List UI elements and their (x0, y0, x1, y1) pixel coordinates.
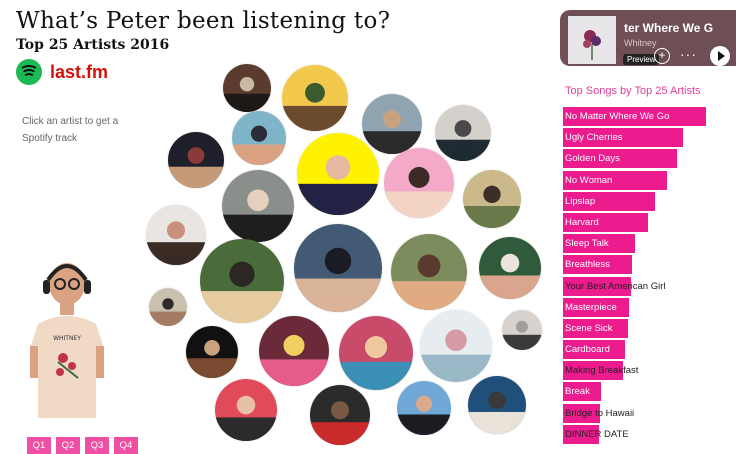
quarter-buttons: Q1 Q2 Q3 Q4 (27, 437, 138, 454)
song-label: DINNER DATE (565, 428, 629, 440)
artist-photo (222, 170, 294, 242)
song-label: No Woman (565, 174, 613, 186)
artist-bubble[interactable] (149, 288, 187, 326)
artist-photo (186, 326, 238, 378)
artist-bubble[interactable] (282, 65, 348, 131)
songs-chart-title: Top Songs by Top 25 Artists (565, 85, 701, 97)
song-label: Bridge to Hawaii (565, 407, 635, 419)
artist-photo (420, 310, 492, 382)
song-label: Harvard (565, 216, 599, 228)
page-subtitle: Top 25 Artists 2016 (16, 37, 170, 53)
add-plus-icon[interactable]: + (654, 48, 670, 64)
artist-photo (435, 105, 491, 161)
artist-bubble[interactable] (215, 379, 277, 441)
artist-photo (294, 224, 382, 312)
artist-bubble[interactable] (186, 326, 238, 378)
song-label: Sleep Talk (565, 238, 609, 250)
artist-photo (310, 385, 370, 445)
artist-photo (468, 376, 526, 434)
artist-photo (149, 288, 187, 326)
artist-bubble[interactable] (222, 170, 294, 242)
artist-bubble[interactable] (223, 64, 271, 112)
lastfm-logo: last.fm (50, 61, 109, 82)
quarter-button-q2[interactable]: Q2 (56, 437, 80, 454)
page-title: What’s Peter been listening to? (16, 8, 391, 34)
artist-photo (223, 64, 271, 112)
player-track-title: ter Where We G (624, 21, 714, 35)
artist-bubble[interactable] (435, 105, 491, 161)
logos: last.fm (16, 59, 108, 85)
svg-text:WHITNEY: WHITNEY (53, 335, 81, 342)
artist-photo (282, 65, 348, 131)
more-options-icon[interactable]: ··· (680, 46, 697, 62)
artist-bubble[interactable] (200, 239, 284, 323)
song-label: Lipslap (565, 195, 596, 207)
spotify-logo-icon (16, 59, 42, 85)
artist-bubble[interactable] (479, 237, 541, 299)
artist-bubble[interactable] (146, 205, 206, 265)
spotify-player[interactable]: ter Where We G Whitney Preview + ··· (560, 10, 736, 66)
artist-bubble[interactable] (391, 234, 467, 310)
artist-photo (502, 310, 542, 350)
song-label: Break (565, 386, 590, 398)
artist-bubble[interactable] (310, 385, 370, 445)
artist-photo (215, 379, 277, 441)
artist-photo (339, 316, 413, 390)
song-label: No Matter Where We Go (565, 111, 670, 122)
artist-photo (463, 170, 521, 228)
artist-bubble[interactable] (297, 133, 379, 215)
listener-photo: WHITNEY (30, 258, 138, 428)
artist-photo (384, 148, 454, 218)
song-label: Cardboard (565, 344, 610, 356)
artist-bubble[interactable] (420, 310, 492, 382)
quarter-button-q1[interactable]: Q1 (27, 437, 51, 454)
song-label: Ugly Cherries (565, 132, 623, 144)
artist-photo (362, 94, 422, 154)
play-icon[interactable] (710, 46, 730, 66)
song-label: Masterpiece (565, 301, 617, 313)
artist-bubble[interactable] (232, 111, 286, 165)
artist-bubble[interactable] (468, 376, 526, 434)
artist-bubble[interactable] (339, 316, 413, 390)
artist-photo (200, 239, 284, 323)
artist-bubble[interactable] (168, 132, 224, 188)
artist-photo (391, 234, 467, 310)
artist-bubble[interactable] (502, 310, 542, 350)
artist-photo (297, 133, 379, 215)
artist-photo (146, 205, 206, 265)
artist-photo (479, 237, 541, 299)
artist-photo (259, 316, 329, 386)
song-label: Making Breakfast (565, 365, 639, 377)
song-label: Your Best American Girl (565, 280, 666, 292)
artist-bubble[interactable] (259, 316, 329, 386)
artist-bubble[interactable] (362, 94, 422, 154)
quarter-button-q4[interactable]: Q4 (114, 437, 138, 454)
song-label: Breathless (565, 259, 610, 271)
artist-photo (168, 132, 224, 188)
quarter-button-q3[interactable]: Q3 (85, 437, 109, 454)
player-artist: Whitney (624, 38, 657, 48)
artist-bubble[interactable] (397, 381, 451, 435)
album-art (568, 16, 616, 64)
artist-photo (397, 381, 451, 435)
instruction-text: Click an artist to get a Spotify track (22, 116, 119, 144)
artist-bubble[interactable] (384, 148, 454, 218)
artist-bubble[interactable] (463, 170, 521, 228)
artist-bubble[interactable] (294, 224, 382, 312)
song-label: Scene Sick (565, 322, 613, 334)
song-label: Golden Days (565, 153, 620, 165)
artist-photo (232, 111, 286, 165)
